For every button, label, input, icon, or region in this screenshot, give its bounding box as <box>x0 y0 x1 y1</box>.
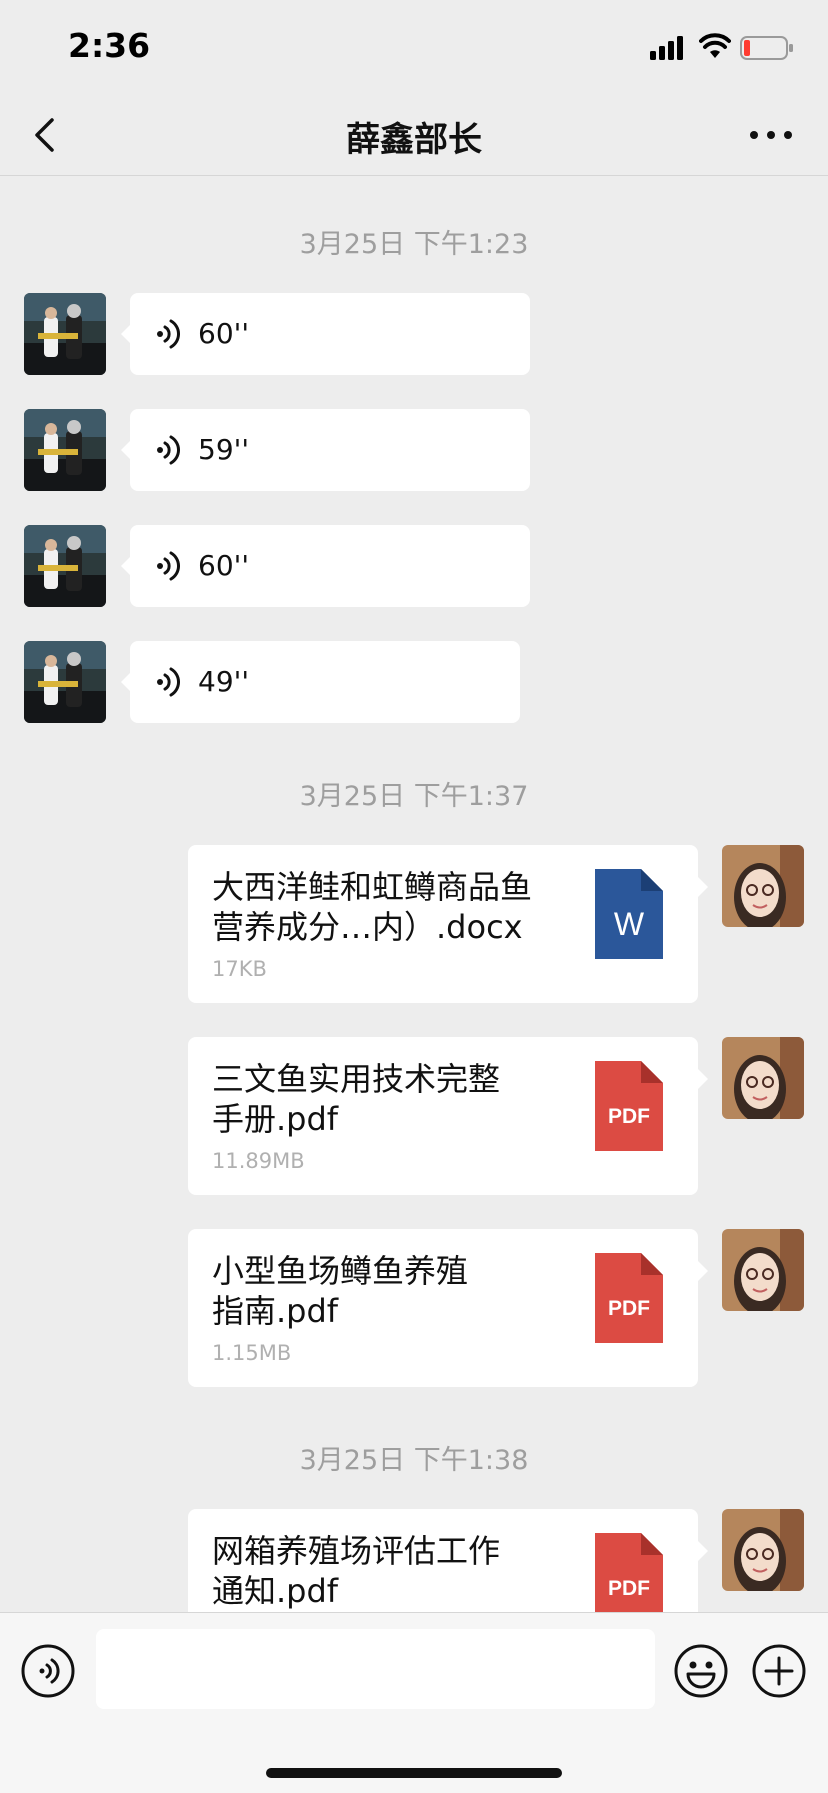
file-size: 17KB <box>212 957 267 981</box>
file-size: 11.89MB <box>212 1149 305 1173</box>
file-message[interactable]: 三文鱼实用技术完整 手册.pdf 11.89MB PDF <box>188 1037 708 1195</box>
chat-title: 薛鑫部长 <box>346 120 482 160</box>
more-dots-icon[interactable] <box>746 110 796 160</box>
file-name: 网箱养殖场评估工作 通知.pdf <box>212 1532 501 1610</box>
voice-duration: 60'' <box>198 549 250 582</box>
nav-bar: 薛鑫部长 <box>0 100 828 176</box>
file-name: 大西洋鲑和虹鳟商品鱼 营养成分…内）.docx <box>212 868 533 946</box>
home-indicator <box>266 1768 562 1778</box>
svg-text:PDF: PDF <box>608 1297 650 1320</box>
svg-text:PDF: PDF <box>608 1105 650 1128</box>
message-input[interactable] <box>96 1629 655 1709</box>
file-message[interactable]: 大西洋鲑和虹鳟商品鱼 营养成分…内）.docx 17KB W <box>188 845 708 1003</box>
file-size: 1.15MB <box>212 1341 292 1365</box>
my-avatar[interactable] <box>722 845 804 927</box>
status-bar: 2:36 <box>0 0 828 100</box>
voice-message[interactable]: 60'' <box>121 293 530 375</box>
timestamp: 3月25日 下午1:38 <box>299 1445 529 1476</box>
timestamp: 3月25日 下午1:37 <box>299 781 529 812</box>
pdf-file-icon: PDF <box>595 1253 663 1343</box>
voice-duration: 49'' <box>198 665 250 698</box>
timestamp: 3月25日 下午1:23 <box>299 229 529 260</box>
contact-avatar[interactable] <box>24 525 106 607</box>
file-name: 小型鱼场鳟鱼养殖 指南.pdf <box>212 1252 469 1330</box>
voice-wave-icon <box>157 551 180 581</box>
status-time: 2:36 <box>68 26 151 65</box>
emoji-icon[interactable] <box>673 1643 729 1699</box>
contact-avatar[interactable] <box>24 641 106 723</box>
voice-message[interactable]: 60'' <box>121 525 530 607</box>
voice-wave-icon <box>157 435 180 465</box>
chat-area[interactable]: 3月25日 下午1:23 60'' 59'' 60'' 49'' 3月25日 下… <box>0 176 828 1612</box>
voice-toggle-icon[interactable] <box>20 1643 76 1699</box>
voice-wave-icon <box>157 319 180 349</box>
plus-icon[interactable] <box>751 1643 807 1699</box>
voice-message[interactable]: 49'' <box>121 641 520 723</box>
contact-avatar[interactable] <box>24 293 106 375</box>
my-avatar[interactable] <box>722 1037 804 1119</box>
battery-icon <box>740 36 793 60</box>
svg-text:PDF: PDF <box>608 1577 650 1600</box>
input-bar <box>0 1612 828 1793</box>
svg-text:W: W <box>614 906 645 942</box>
pdf-file-icon: PDF <box>595 1061 663 1151</box>
contact-avatar[interactable] <box>24 409 106 491</box>
my-avatar[interactable] <box>722 1509 804 1591</box>
pdf-file-icon: PDF <box>595 1533 663 1612</box>
voice-duration: 60'' <box>198 317 250 350</box>
wifi-icon <box>699 33 731 58</box>
voice-wave-icon <box>157 667 180 697</box>
word-file-icon: W <box>595 869 663 959</box>
voice-duration: 59'' <box>198 433 250 466</box>
file-name: 三文鱼实用技术完整 手册.pdf <box>212 1060 501 1138</box>
file-message[interactable]: 小型鱼场鳟鱼养殖 指南.pdf 1.15MB PDF <box>188 1229 708 1387</box>
my-avatar[interactable] <box>722 1229 804 1311</box>
file-message[interactable]: 网箱养殖场评估工作 通知.pdf PDF <box>188 1509 708 1612</box>
signal-icon <box>650 36 683 60</box>
voice-message[interactable]: 59'' <box>121 409 530 491</box>
